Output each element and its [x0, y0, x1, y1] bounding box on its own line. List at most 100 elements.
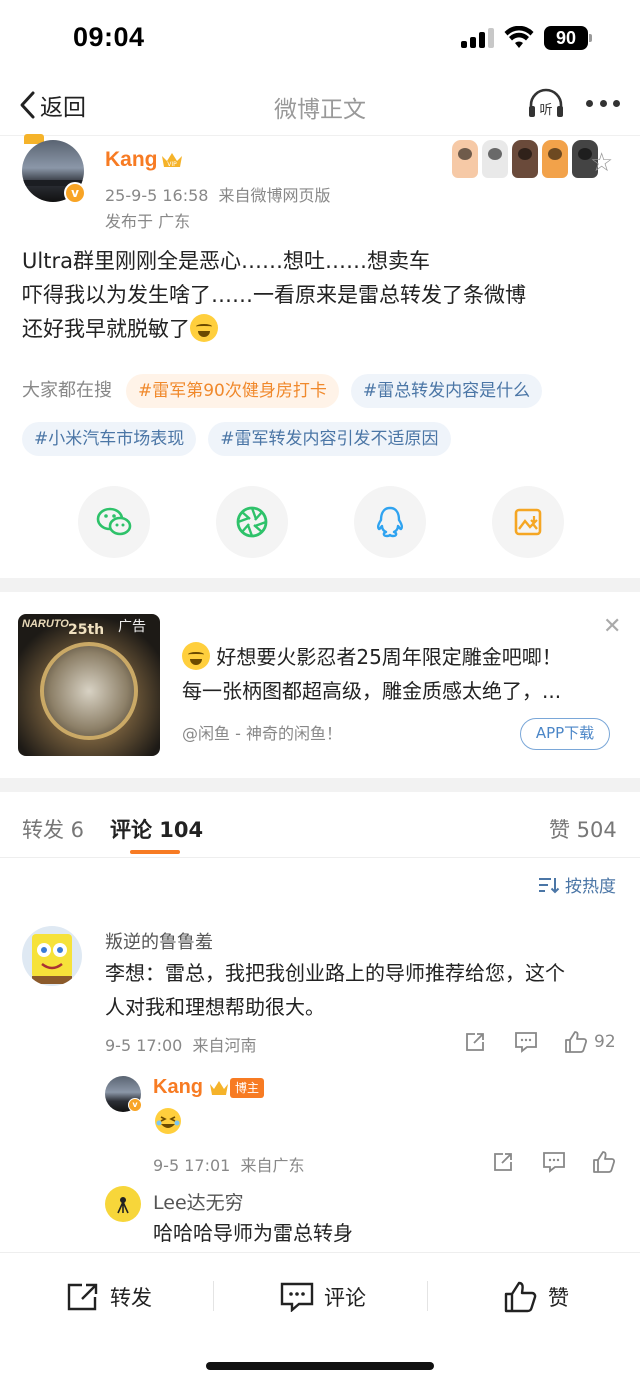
qq-icon	[376, 506, 404, 538]
repost-label: 转发	[110, 1286, 152, 1310]
reply-to-reply-button[interactable]	[542, 1151, 566, 1173]
like-reply-button[interactable]	[592, 1150, 616, 1174]
paw-icon	[512, 140, 538, 178]
wechat-icon	[96, 507, 132, 536]
search-tag[interactable]: #雷总转发内容是什么	[350, 374, 543, 408]
paw-icon	[482, 140, 508, 178]
comment-line: 人对我和理想帮助很大。	[105, 995, 325, 1019]
interaction-tabs: 转发 6 评论 104 赞 504	[0, 796, 640, 858]
search-tag[interactable]: #小米汽车市场表现	[22, 422, 197, 456]
laughing-emoji-icon	[155, 1108, 181, 1134]
comment-text: 哈哈哈导师为雷总转身	[153, 1221, 353, 1245]
bar-separator	[427, 1281, 428, 1311]
verified-badge-icon: v	[128, 1098, 142, 1112]
bar-separator	[213, 1281, 214, 1311]
search-tag[interactable]: #雷军转发内容引发不适原因	[208, 422, 451, 456]
post-line: 吓得我以为发生啥了……一看原来是雷总转发了条微博	[22, 283, 526, 307]
repost-comment-button[interactable]	[464, 1031, 486, 1053]
share-qq-button[interactable]	[354, 486, 426, 558]
status-time: 09:04	[73, 22, 145, 52]
tab-comments[interactable]: 评论 104	[110, 814, 203, 844]
vip-crown-icon: VIP	[162, 153, 182, 168]
reply-actions	[492, 1150, 616, 1174]
like-count: 92	[594, 1032, 616, 1052]
post-meta: 25-9-5 16:58 来自微博网页版	[105, 182, 340, 206]
cellular-signal-icon	[461, 28, 495, 48]
commenter-avatar[interactable]	[22, 926, 82, 986]
repost-reply-button[interactable]	[492, 1151, 514, 1173]
ad-card[interactable]: NARUTO 25th 广告 ✕ 好想要火影忍者25周年限定雕金吧唧！ 每一张柄…	[0, 606, 640, 774]
home-indicator	[206, 1362, 434, 1370]
post-header: v Kang VIP 25-9-5 16:58 来自微博网页版 发布于 广东 ☆	[0, 134, 640, 236]
share-row	[78, 486, 564, 558]
hot-search-label: 大家都在搜	[22, 380, 112, 401]
nav-bar: 返回 微博正文 听	[0, 76, 640, 136]
comment-label: 评论	[324, 1286, 366, 1310]
commenter-avatar[interactable]	[105, 1186, 141, 1222]
comment-line: 李想：雷总，我把我创业路上的导师推荐给您，这个	[105, 961, 565, 985]
share-icon	[494, 1153, 512, 1171]
section-divider	[0, 778, 640, 792]
close-icon[interactable]: ✕	[603, 614, 621, 639]
moments-icon	[236, 506, 268, 538]
sort-button[interactable]: 按热度	[538, 872, 616, 897]
ad-source: @闲鱼 - 神奇的闲鱼！	[182, 724, 342, 743]
listen-label: 听	[539, 103, 552, 118]
save-image-icon	[514, 508, 542, 536]
hot-search-section: 大家都在搜 #雷军第90次健身房打卡 #雷总转发内容是什么 #小米汽车市场表现 …	[22, 374, 632, 456]
comment-item: 叛逆的鲁鲁羞 李想：雷总，我把我创业路上的导师推荐给您，这个 人对我和理想帮助很…	[0, 920, 640, 1060]
sort-label: 按热度	[565, 877, 616, 897]
status-bar: 09:04 90	[0, 0, 640, 76]
commenter-name[interactable]: 叛逆的鲁鲁羞	[105, 928, 213, 954]
listen-button[interactable]: 听	[526, 86, 566, 122]
wifi-icon	[504, 26, 534, 48]
active-tab-indicator	[130, 850, 180, 854]
crying-emoji-icon	[182, 642, 210, 670]
comment-reply: Lee达无穷 哈哈哈导师为雷总转身	[0, 1182, 640, 1252]
svg-text:VIP: VIP	[167, 161, 177, 168]
post-source: 来自微博网页版	[218, 186, 331, 205]
crying-emoji-icon	[190, 314, 218, 342]
thumbs-up-icon	[593, 1151, 616, 1173]
like-comment-button[interactable]: 92	[564, 1030, 616, 1054]
star-icon[interactable]: ☆	[590, 148, 613, 178]
comment-actions: 92	[464, 1030, 616, 1054]
commenter-name[interactable]: Lee达无穷	[153, 1188, 244, 1215]
comment-meta: 9-5 17:00 来自河南	[105, 1036, 257, 1055]
section-divider	[0, 578, 640, 592]
ad-line1: 好想要火影忍者25周年限定雕金吧唧！	[216, 645, 562, 669]
comment-icon	[280, 1282, 314, 1312]
more-icon[interactable]	[586, 100, 620, 110]
comment-icon	[515, 1032, 537, 1053]
reply-button[interactable]	[514, 1031, 538, 1053]
ad-line1-row: 好想要火影忍者25周年限定雕金吧唧！	[182, 640, 614, 674]
like-label: 赞	[548, 1286, 569, 1310]
ad-text: 好想要火影忍者25周年限定雕金吧唧！ 每一张柄图都超高级，雕金质感太绝了，...	[182, 640, 614, 708]
post-location: 发布于 广东	[105, 212, 191, 231]
comment-icon	[543, 1152, 565, 1173]
search-tag[interactable]: #雷军第90次健身房打卡	[126, 374, 339, 408]
sort-icon	[539, 877, 560, 893]
save-image-button[interactable]	[492, 486, 564, 558]
battery-level: 90	[544, 26, 588, 50]
post-content: Ultra群里刚刚全是恶心……想吐……想卖车 吓得我以为发生啥了……一看原来是雷…	[22, 244, 622, 346]
comment-reply: v Kang 博主 9-5 17:01 来自广东	[0, 1070, 640, 1180]
like-button[interactable]: 赞	[504, 1277, 569, 1317]
author-name[interactable]: Kang	[105, 148, 158, 172]
tab-repost[interactable]: 转发 6	[22, 814, 84, 844]
tab-likes[interactable]: 赞 504	[549, 814, 617, 844]
post-line: Ultra群里刚刚全是恶心……想吐……想卖车	[22, 249, 430, 273]
share-wechat-button[interactable]	[78, 486, 150, 558]
ad-image-brand: NARUTO	[22, 618, 69, 630]
op-badge: 博主	[230, 1078, 265, 1098]
repost-icon	[67, 1283, 98, 1311]
share-moments-button[interactable]	[216, 486, 288, 558]
comment-text: 李想：雷总，我把我创业路上的导师推荐给您，这个 人对我和理想帮助很大。	[105, 956, 625, 1024]
ad-line2: 每一张柄图都超高级，雕金质感太绝了，...	[182, 679, 562, 703]
reply-author-name[interactable]: Kang	[153, 1076, 203, 1099]
comment-button[interactable]: 评论	[280, 1277, 366, 1317]
thumbs-up-icon	[504, 1281, 537, 1313]
repost-button[interactable]: 转发	[66, 1277, 152, 1317]
ad-image-badge: 25th	[68, 622, 105, 638]
app-download-button[interactable]: APP下载	[520, 718, 610, 750]
